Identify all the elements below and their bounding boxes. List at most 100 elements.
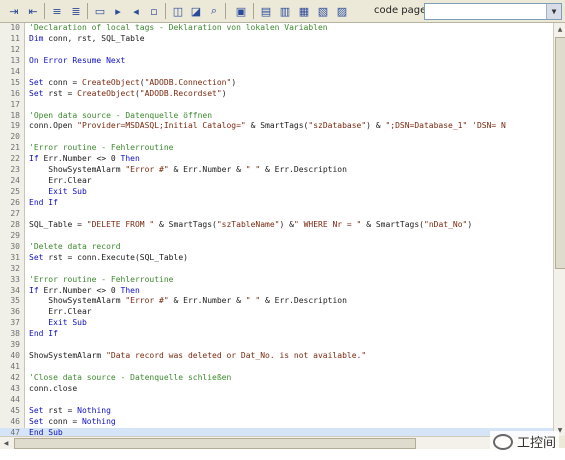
replace-icon[interactable]: ▧ <box>315 3 331 19</box>
code-token: " WHERE Nr = " <box>293 219 362 229</box>
outdent-icon[interactable]: ⇤ <box>25 3 41 19</box>
code-line[interactable]: 32 <box>0 264 553 275</box>
code-token: "nDat_No" <box>424 219 468 229</box>
code-token: ShowSystemAlarm <box>29 165 126 175</box>
code-text: Set rst = Nothing <box>29 406 111 417</box>
line-number: 28 <box>10 219 20 229</box>
code-line[interactable]: 12 <box>0 45 553 56</box>
chevron-down-icon[interactable]: ▼ <box>546 4 561 19</box>
code-line[interactable]: 37 Exit Sub <box>0 318 553 329</box>
help-icon[interactable]: ▨ <box>334 3 350 19</box>
scroll-up-icon[interactable]: ▲ <box>554 23 565 35</box>
code-line[interactable]: 28 SQL_Table = "DELETE FROM " & SmartTags… <box>0 220 553 231</box>
code-text: 'Error routine - Fehlerroutine <box>29 143 174 154</box>
code-line[interactable]: 24 Err.Clear <box>0 176 553 187</box>
code-token: CreateObject <box>77 88 135 98</box>
code-line[interactable]: 35 ShowSystemAlarm "Error #" & Err.Numbe… <box>0 296 553 307</box>
code-line[interactable]: 30 'Delete data record <box>0 242 553 253</box>
code-line[interactable]: 43 conn.close <box>0 384 553 395</box>
watermark: 工控间 <box>489 431 559 452</box>
code-text: 'Declaration of local tags - Deklaration… <box>29 23 328 34</box>
code-line[interactable]: 13 On Error Resume Next <box>0 56 553 67</box>
code-token: Exit Sub <box>29 318 87 328</box>
code-line[interactable]: 42 'Close data source - Datenquelle schli… <box>0 373 553 384</box>
code-line[interactable]: 16 Set rst = CreateObject("ADODB.Recordse… <box>0 89 553 100</box>
code-line[interactable]: 33 'Error routine - Fehlerroutine <box>0 275 553 286</box>
code-line[interactable]: 19 conn.Open "Provider=MSDASQL;Initial Ca… <box>0 121 553 132</box>
code-token: Err.Number <> 0 <box>38 285 121 295</box>
code-line[interactable]: 36 Err.Clear <box>0 307 553 318</box>
toolbar-separator <box>87 3 88 19</box>
code-text: End If <box>29 329 58 340</box>
code-text: ShowSystemAlarm "Error #" & Err.Number &… <box>29 296 347 307</box>
line-number: 24 <box>10 176 20 186</box>
line-number: 46 <box>10 416 20 426</box>
code-token: & SmartTags( <box>154 219 217 229</box>
uncomment-icon[interactable]: ≣ <box>68 3 84 19</box>
code-token: Exit Sub <box>29 187 87 197</box>
indent-icon[interactable]: ⇥ <box>6 3 22 19</box>
toggle-bookmark-icon[interactable]: ▭ <box>92 3 108 19</box>
code-line[interactable]: 18 'Open data source - Datenquelle öffnen <box>0 111 553 122</box>
code-line[interactable]: 17 <box>0 100 553 111</box>
code-line[interactable]: 44 <box>0 395 553 406</box>
code-line[interactable]: 34 If Err.Number <> 0 Then <box>0 286 553 297</box>
code-line[interactable]: 10 'Declaration of local tags - Deklarati… <box>0 23 553 34</box>
line-number: 15 <box>10 77 20 87</box>
script-editor[interactable]: 10 'Declaration of local tags - Deklarati… <box>0 23 553 436</box>
code-line[interactable]: 11 Dim conn, rst, SQL_Table <box>0 34 553 45</box>
line-number: 21 <box>10 143 20 153</box>
comment-icon[interactable]: ≡ <box>49 3 65 19</box>
insert-tag-icon[interactable]: ◪ <box>188 3 204 19</box>
code-token: On Error Resume Next <box>29 55 126 65</box>
horizontal-scrollbar[interactable]: ◀ ▶ <box>0 436 553 449</box>
code-line[interactable]: 46 Set conn = Nothing <box>0 417 553 428</box>
scroll-left-icon[interactable]: ◀ <box>0 437 12 449</box>
code-line[interactable]: 40 ShowSystemAlarm "Data record was delet… <box>0 351 553 362</box>
code-line[interactable]: 45 Set rst = Nothing <box>0 406 553 417</box>
code-line[interactable]: 15 Set conn = CreateObject("ADODB.Connect… <box>0 78 553 89</box>
code-text: 'Close data source - Datenquelle schließ… <box>29 373 231 384</box>
code-text: conn.Open "Provider=MSDASQL;Initial Cata… <box>29 121 506 132</box>
code-line[interactable]: 39 <box>0 340 553 351</box>
bookmark-prev-icon[interactable]: ◂ <box>128 3 144 19</box>
clear-bookmarks-icon[interactable]: ▫ <box>146 3 162 19</box>
code-token: 'Close data source - Datenquelle schließ… <box>29 373 232 382</box>
code-line[interactable]: 25 Exit Sub <box>0 187 553 198</box>
run-icon[interactable]: ▣ <box>233 3 249 19</box>
tag-icon[interactable]: ◫ <box>170 3 186 19</box>
code-token: Nothing <box>81 416 116 426</box>
code-token: rst = <box>43 88 78 98</box>
code-line[interactable]: 21 'Error routine - Fehlerroutine <box>0 143 553 154</box>
tag-list-icon[interactable]: ▦ <box>296 3 312 19</box>
code-line[interactable]: 22 If Err.Number <> 0 Then <box>0 154 553 165</box>
code-line[interactable]: 20 <box>0 132 553 143</box>
code-line[interactable]: 31 Set rst = conn.Execute(SQL_Table) <box>0 253 553 264</box>
code-token: & Err.Description <box>260 165 347 175</box>
code-token: "Error #" <box>125 296 169 306</box>
find-icon[interactable]: ⌕ <box>206 3 222 19</box>
bookmark-next-icon[interactable]: ▸ <box>110 3 126 19</box>
code-page-select[interactable]: ▼ <box>424 3 562 20</box>
code-line[interactable]: 23 ShowSystemAlarm "Error #" & Err.Numbe… <box>0 165 553 176</box>
code-token: Dim <box>29 33 44 43</box>
code-line[interactable]: 41 <box>0 362 553 373</box>
code-line[interactable]: 38 End If <box>0 329 553 340</box>
vertical-scroll-thumb[interactable] <box>555 37 565 269</box>
code-line[interactable]: 27 <box>0 209 553 220</box>
vertical-scrollbar[interactable]: ▲ ▼ <box>553 23 565 436</box>
line-number: 39 <box>10 340 20 350</box>
insert-script-icon[interactable]: ▥ <box>277 3 293 19</box>
code-line[interactable]: 29 <box>0 231 553 242</box>
code-line[interactable]: 26 End If <box>0 198 553 209</box>
code-token: "Data record was deleted or Dat_No. is n… <box>106 351 367 361</box>
code-text: Set rst = CreateObject("ADODB.Recordset"… <box>29 89 227 100</box>
toolbar-separator <box>44 3 45 19</box>
check-syntax-icon[interactable]: ▤ <box>258 3 274 19</box>
code-line[interactable]: 47 End Sub <box>0 427 553 436</box>
code-token: ";DSN=Database_1" 'DSN= N <box>385 121 506 131</box>
code-line[interactable]: 14 <box>0 67 553 78</box>
horizontal-scroll-thumb[interactable] <box>14 438 416 449</box>
line-number: 44 <box>10 394 20 404</box>
wechat-logo-icon <box>492 433 513 450</box>
